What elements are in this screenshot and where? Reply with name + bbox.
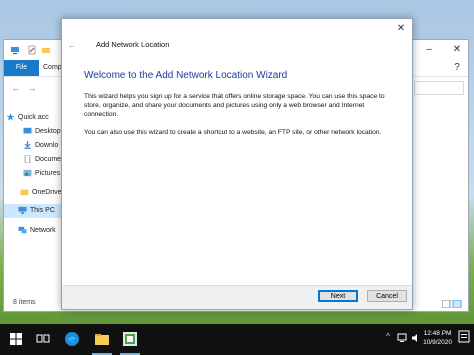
sidebar-item-label: Quick acc (18, 114, 49, 121)
desktop-icon (23, 127, 32, 134)
sidebar-item-label: Docume (35, 156, 62, 163)
minimize-button[interactable]: – (420, 43, 438, 57)
sidebar-item-desktop[interactable]: Desktop (23, 125, 62, 139)
navigation-pane: Quick acc Desktop Downlo Docume Pictures… (4, 102, 62, 292)
network-icon (18, 226, 27, 234)
new-folder-icon[interactable] (41, 45, 51, 55)
dialog-title: Add Network Location (96, 40, 170, 49)
pictures-icon (23, 169, 32, 177)
sidebar-item-label: OneDrive (32, 189, 62, 196)
close-icon[interactable]: ✕ (394, 22, 408, 36)
close-icon[interactable]: ✕ (448, 43, 466, 57)
download-icon (24, 141, 31, 149)
star-icon (6, 113, 15, 121)
onedrive-icon (20, 189, 29, 196)
clock-date: 10/9/2020 (423, 339, 452, 346)
sidebar-item-documents[interactable]: Docume (23, 153, 62, 167)
wizard-heading: Welcome to the Add Network Location Wiza… (84, 70, 288, 81)
sidebar-item-quick-access[interactable]: Quick acc (6, 111, 64, 125)
properties-icon[interactable] (27, 45, 37, 55)
task-view-icon[interactable] (35, 331, 51, 347)
chevron-up-icon[interactable]: ^ (386, 332, 390, 341)
tab-file[interactable]: File (4, 60, 39, 76)
sidebar-item-onedrive[interactable]: OneDrive (20, 186, 62, 200)
cancel-button[interactable]: Cancel (367, 290, 407, 302)
windows-start-icon[interactable] (10, 333, 22, 345)
system-clock[interactable]: 12:48 PM 10/9/2020 (423, 329, 452, 347)
file-explorer-icon[interactable] (94, 331, 110, 347)
sidebar-item-label: Downlo (35, 142, 59, 149)
status-bar-item-count: 8 items (13, 299, 36, 306)
dialog-footer: Next Cancel (62, 285, 412, 309)
taskbar: ^ 12:48 PM 10/9/2020 (0, 324, 474, 355)
search-input[interactable] (414, 81, 464, 95)
sidebar-item-label: Pictures (35, 170, 61, 177)
forward-icon[interactable]: → (26, 82, 38, 94)
sidebar-item-label: Network (30, 227, 56, 234)
sidebar-item-downloads[interactable]: Downlo (23, 139, 62, 153)
computer-icon (18, 206, 27, 214)
wizard-description-secondary: You can also use this wizard to create a… (84, 129, 382, 136)
sidebar-item-network[interactable]: Network (18, 224, 62, 238)
sidebar-item-pictures[interactable]: Pictures (23, 167, 62, 181)
back-icon[interactable]: ← (10, 82, 22, 94)
back-icon[interactable]: ← (66, 39, 78, 51)
sidebar-item-this-pc[interactable]: This PC (4, 204, 62, 218)
add-network-location-dialog: ✕ ← Add Network Location Welcome to the … (61, 18, 413, 310)
control-panel-icon[interactable] (122, 331, 138, 347)
help-icon[interactable]: ? (448, 61, 466, 75)
clock-time: 12:48 PM (423, 330, 452, 337)
notification-icon[interactable] (458, 330, 470, 344)
volume-icon[interactable] (411, 333, 421, 343)
document-icon (24, 155, 31, 164)
sidebar-item-label: This PC (30, 207, 55, 214)
wizard-description: This wizard helps you sign up for a serv… (84, 93, 385, 118)
sidebar-item-label: Desktop (35, 128, 61, 135)
computer-icon (11, 47, 19, 54)
edge-browser-icon[interactable] (64, 331, 80, 347)
next-button[interactable]: Next (318, 290, 358, 302)
view-toggle-icon[interactable] (442, 300, 462, 308)
network-tray-icon[interactable] (397, 333, 407, 343)
